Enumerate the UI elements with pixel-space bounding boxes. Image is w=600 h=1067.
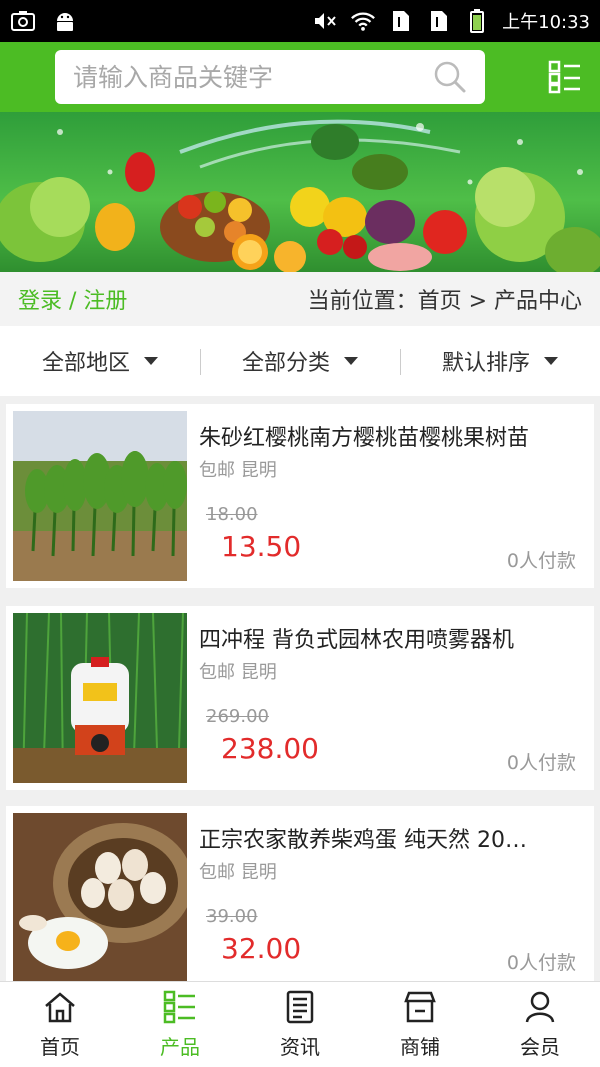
nav-shop[interactable]: 商铺 [360, 982, 480, 1067]
product-title[interactable]: 朱砂红樱桃南方樱桃苗樱桃果树苗 [199, 420, 584, 452]
filter-region[interactable]: 全部地区 [0, 345, 200, 377]
status-time: 上午10:33 [502, 12, 590, 33]
nav-shop-label: 商铺 [400, 1035, 440, 1059]
product-sold-count: 0人付款 [506, 752, 576, 774]
product-meta: 包邮 昆明 [199, 460, 277, 481]
sim1-icon [388, 10, 414, 32]
news-icon [286, 990, 314, 1024]
filter-category-label: 全部分类 [241, 351, 330, 376]
search-box[interactable] [55, 50, 485, 104]
caret-down-icon [544, 357, 558, 365]
filter-row: 全部地区 全部分类 默认排序 [0, 326, 600, 396]
product-old-price: 39.00 [206, 906, 258, 927]
bottom-nav: 首页 产品 资讯 商铺 会员 [0, 981, 600, 1067]
product-old-price: 269.00 [206, 706, 269, 727]
android-icon [52, 10, 78, 32]
product-meta: 包邮 昆明 [199, 662, 277, 683]
product-sold-count: 0人付款 [506, 550, 576, 572]
login-register-link[interactable]: 登录 / 注册 [18, 283, 127, 315]
product-sold-count: 0人付款 [506, 952, 576, 974]
product-card[interactable]: 正宗农家散养柴鸡蛋 纯天然 20… 包邮 昆明 39.00 32.00 0人付款 [6, 806, 594, 990]
nav-home-label: 首页 [40, 1035, 80, 1059]
nav-member[interactable]: 会员 [480, 982, 600, 1067]
product-card[interactable]: 朱砂红樱桃南方樱桃苗樱桃果树苗 包邮 昆明 18.00 13.50 0人付款 [6, 404, 594, 588]
mute-icon [312, 10, 338, 32]
filter-category[interactable]: 全部分类 [200, 345, 400, 377]
search-input[interactable] [73, 62, 433, 92]
member-icon [525, 991, 555, 1023]
product-old-price: 18.00 [206, 504, 258, 525]
product-image-eggs[interactable] [13, 813, 187, 983]
search-icon[interactable] [433, 60, 467, 94]
vegetables-banner[interactable] [0, 112, 600, 272]
product-title[interactable]: 四冲程 背负式园林农用喷雾器机 [199, 622, 584, 654]
sim2-icon [426, 10, 452, 32]
filter-sort-label: 默认排序 [441, 351, 530, 376]
product-image-sprayer[interactable] [13, 613, 187, 783]
products-icon [163, 990, 195, 1024]
breadcrumb-row: 登录 / 注册 当前位置：首页 > 产品中心 [0, 272, 600, 326]
product-card[interactable]: 四冲程 背负式园林农用喷雾器机 包邮 昆明 269.00 238.00 0人付款 [6, 606, 594, 790]
caret-down-icon [144, 357, 158, 365]
nav-home[interactable]: 首页 [0, 982, 120, 1067]
screenshot-icon [10, 10, 36, 32]
nav-products-label: 产品 [160, 1035, 200, 1059]
status-bar: 上午10:33 [0, 0, 600, 42]
product-meta: 包邮 昆明 [199, 862, 277, 883]
caret-down-icon [344, 357, 358, 365]
nav-news[interactable]: 资讯 [240, 982, 360, 1067]
product-price: 238.00 [221, 732, 319, 765]
header [0, 42, 600, 112]
wifi-icon [350, 10, 376, 32]
nav-products[interactable]: 产品 [120, 982, 240, 1067]
product-image-cherry-seedlings[interactable] [13, 411, 187, 581]
nav-news-label: 资讯 [280, 1035, 320, 1059]
product-price: 32.00 [221, 932, 302, 965]
home-icon [45, 992, 75, 1023]
product-title[interactable]: 正宗农家散养柴鸡蛋 纯天然 20… [199, 822, 584, 854]
menu-icon[interactable] [548, 60, 582, 94]
nav-member-label: 会员 [520, 1035, 560, 1059]
product-price: 13.50 [221, 530, 302, 563]
battery-icon [464, 9, 490, 33]
shop-icon [404, 991, 436, 1023]
filter-sort[interactable]: 默认排序 [400, 345, 600, 377]
breadcrumb: 当前位置：首页 > 产品中心 [307, 289, 582, 314]
filter-region-label: 全部地区 [41, 351, 130, 376]
